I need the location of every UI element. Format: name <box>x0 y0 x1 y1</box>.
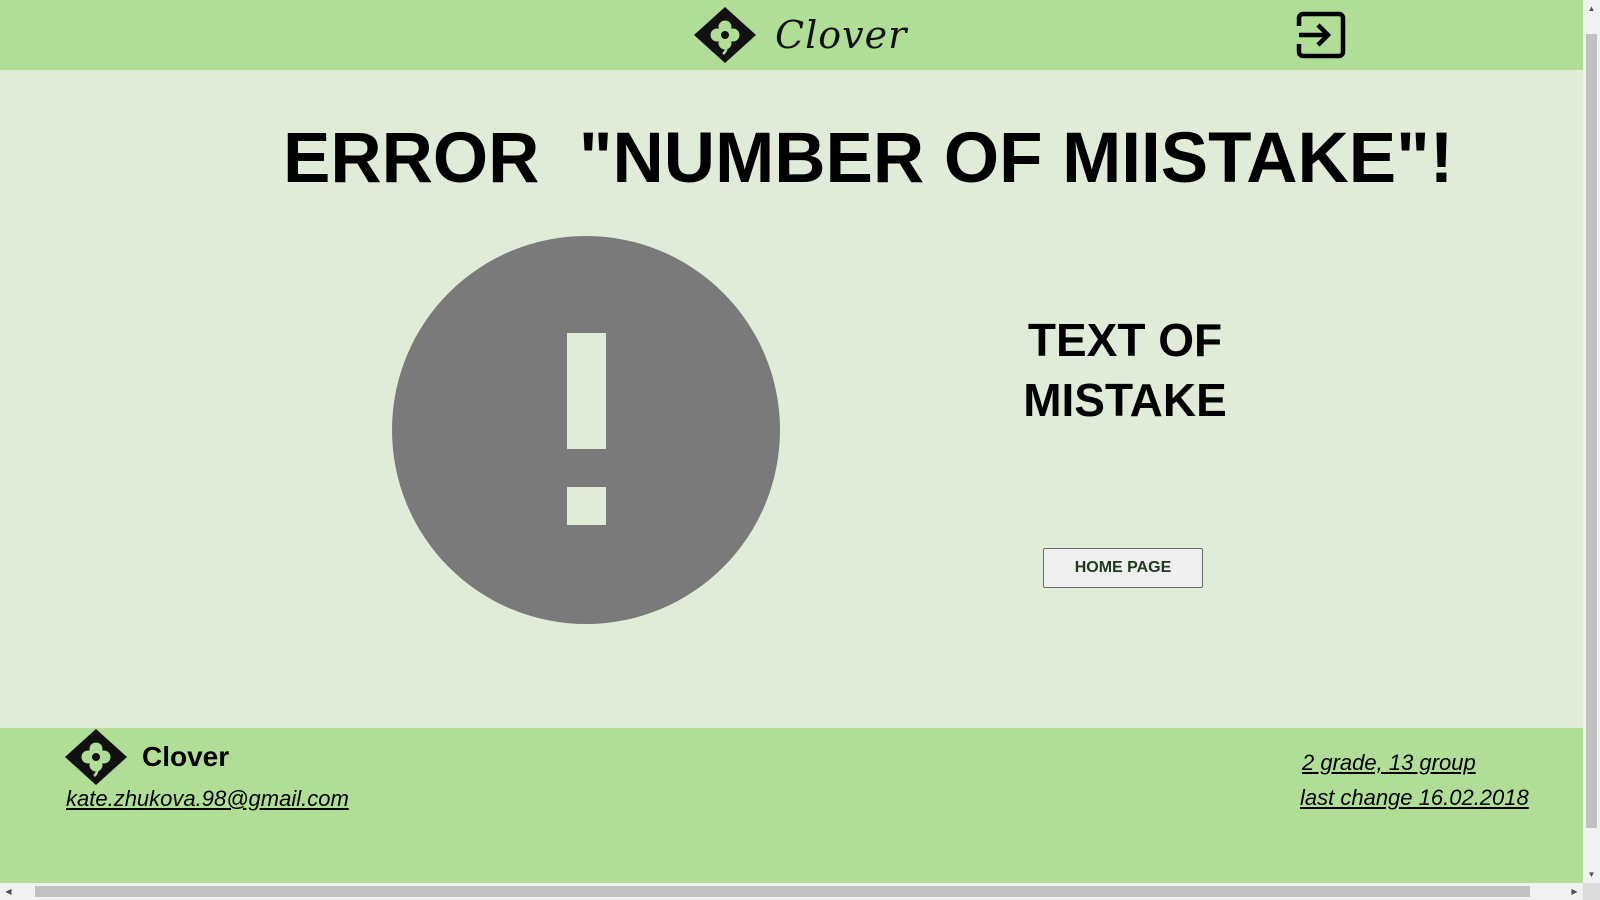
footer-brand-name: Clover <box>142 741 230 772</box>
error-page: Clover ERROR "NUMBER OF MIISTAKE"! TEXT … <box>0 0 1583 883</box>
clover-logo-icon <box>65 729 127 785</box>
header-brand-name: Clover <box>775 13 908 57</box>
horizontal-scrollbar[interactable]: ◀ ▶ <box>0 883 1583 900</box>
mistake-text-line-2: MISTAKE <box>1023 374 1227 426</box>
horizontal-scroll-thumb[interactable] <box>35 886 1530 897</box>
footer-grade-group[interactable]: 2 grade, 13 group <box>1302 750 1476 776</box>
footer-last-change[interactable]: last change 16.02.2018 <box>1300 785 1529 811</box>
sign-in-icon[interactable] <box>1296 11 1346 59</box>
vertical-scroll-thumb[interactable] <box>1586 34 1597 828</box>
scrollbar-corner <box>1583 883 1600 900</box>
vertical-scrollbar[interactable]: ▲ ▼ <box>1583 0 1600 883</box>
scroll-left-arrow-icon[interactable]: ◀ <box>0 883 17 900</box>
header-brand[interactable]: Clover <box>693 6 907 64</box>
clover-logo-icon <box>694 7 756 63</box>
home-page-button[interactable]: HOME PAGE <box>1043 548 1203 588</box>
footer-email-link[interactable]: kate.zhukova.98@gmail.com <box>66 786 349 812</box>
footer-brand: Clover <box>64 728 229 786</box>
site-header: Clover <box>0 0 1583 70</box>
error-title: ERROR "NUMBER OF MIISTAKE"! <box>283 119 1454 198</box>
scroll-right-arrow-icon[interactable]: ▶ <box>1566 883 1583 900</box>
scroll-down-arrow-icon[interactable]: ▼ <box>1583 866 1600 883</box>
mistake-text: TEXT OF MISTAKE <box>985 310 1265 430</box>
mistake-text-line-1: TEXT OF <box>1027 314 1223 366</box>
site-footer: Clover kate.zhukova.98@gmail.com 2 grade… <box>0 728 1583 883</box>
exclamation-circle-icon <box>392 236 780 624</box>
scroll-up-arrow-icon[interactable]: ▲ <box>1583 0 1600 17</box>
